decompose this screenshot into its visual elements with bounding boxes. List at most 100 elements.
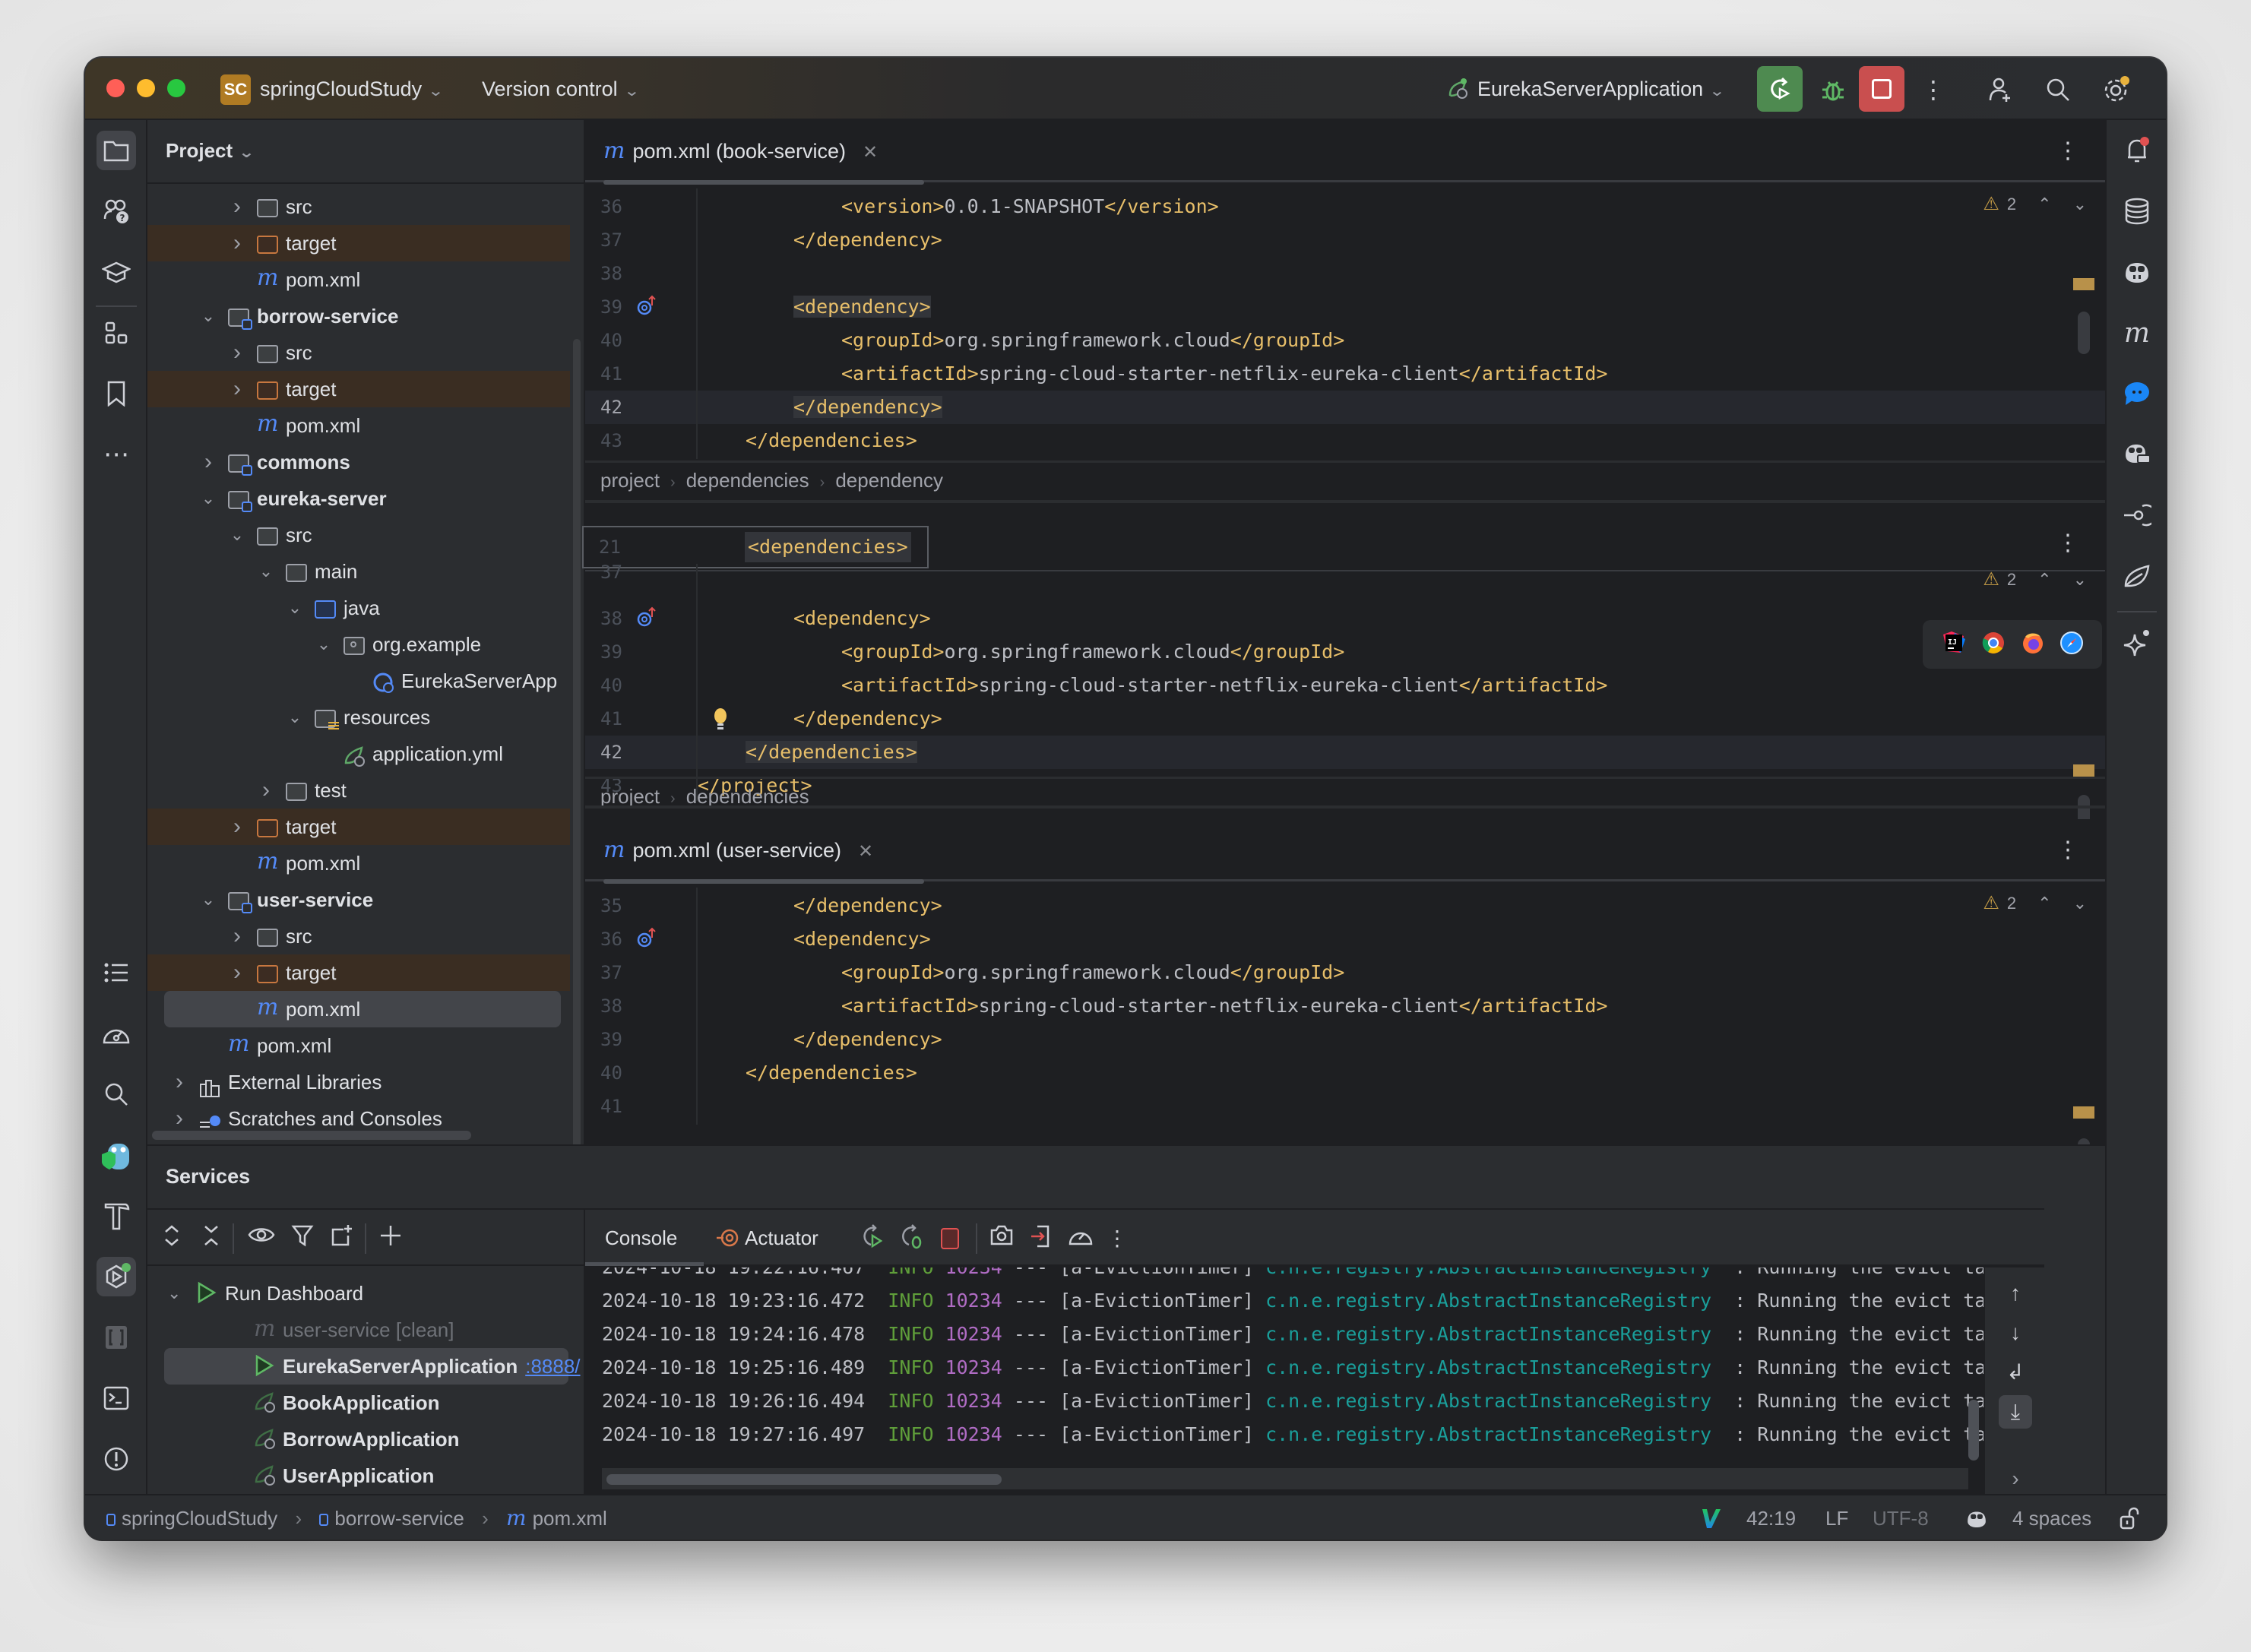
screenshot-button[interactable] [986, 1223, 1017, 1254]
warning-stripe-marker[interactable] [2073, 278, 2094, 290]
tree-item[interactable]: › target [147, 371, 570, 407]
chevron-down-icon[interactable]: ⌄ [286, 699, 304, 736]
stop-service-button[interactable] [935, 1223, 965, 1254]
tree-item[interactable]: m pom.xml [147, 261, 570, 298]
project-vertical-scrollbar[interactable] [573, 339, 581, 1175]
run-config-selector[interactable]: EurekaServerApplication ⌄ [1447, 58, 1725, 120]
breadcrumb-item[interactable]: project [600, 469, 660, 492]
firefox-icon[interactable] [2021, 631, 2045, 659]
intellij-icon[interactable]: IJ [1941, 630, 1967, 660]
tree-item[interactable]: › src [147, 334, 570, 371]
gopher-plugin-button[interactable] [97, 1135, 136, 1175]
project-view-selector[interactable]: Project ⌄ [166, 120, 255, 181]
caret-position[interactable]: 42:19 [1746, 1495, 1796, 1540]
project-tool-button[interactable] [97, 131, 136, 170]
tree-item[interactable]: › src [147, 918, 570, 954]
json-tool-button[interactable] [97, 1318, 136, 1357]
chevron-down-icon[interactable]: ⌄ [315, 626, 333, 663]
chevron-right-icon[interactable]: › [257, 772, 275, 809]
tree-item[interactable]: ⌄ org.example [147, 626, 570, 663]
editor-tab[interactable]: m pom.xml (book-service) ✕ [603, 120, 924, 185]
more-actions-button[interactable]: ⋮ [1917, 73, 1950, 106]
tree-item[interactable]: EurekaServerApp [147, 663, 570, 699]
pane-splitter[interactable] [585, 805, 2105, 809]
console-tab[interactable]: Console [605, 1210, 677, 1266]
service-item[interactable]: EurekaServerApplication:8888/ [164, 1348, 581, 1385]
breadcrumb-file[interactable]: m pom.xml [506, 1505, 607, 1530]
expand-toolbar-button[interactable]: › [1999, 1462, 2032, 1495]
more-console-actions-button[interactable]: ⋮ [1102, 1223, 1132, 1254]
endpoints-tool-button[interactable] [2117, 495, 2157, 535]
services-tool-button[interactable] [97, 1257, 136, 1296]
actuator-tab[interactable]: Actuator [716, 1210, 818, 1266]
tree-item[interactable]: › commons [147, 444, 570, 480]
editor-tab[interactable]: m pom.xml (user-service) ✕ [603, 819, 924, 884]
service-item[interactable]: UserApplication [147, 1457, 584, 1494]
chevron-down-icon[interactable]: ⌄ [228, 517, 246, 553]
scrollbar-thumb[interactable] [606, 1474, 1002, 1485]
tree-item[interactable]: application.yml [147, 736, 570, 772]
maven-navigate-parent-icon[interactable] [637, 602, 657, 635]
rerun-debug-button[interactable] [897, 1223, 927, 1254]
close-window-button[interactable] [106, 79, 125, 97]
copilot-status[interactable] [1965, 1495, 1988, 1540]
build-tool-button[interactable] [97, 1196, 136, 1236]
scroll-up-button[interactable]: ↑ [1999, 1277, 2032, 1310]
tree-item[interactable]: ⌄ borrow-service [147, 298, 570, 334]
scroll-to-end-button[interactable]: ⤓ [1999, 1395, 2032, 1429]
breadcrumb-item[interactable]: dependencies [686, 469, 809, 492]
stop-button[interactable] [1859, 66, 1904, 112]
scroll-down-button[interactable]: ↓ [1999, 1316, 2032, 1350]
maven-navigate-parent-icon[interactable] [637, 923, 657, 956]
notifications-button[interactable] [2117, 131, 2157, 170]
safari-icon[interactable] [2059, 631, 2084, 659]
console-output[interactable]: 2024-10-18 19:22:16.467 INFO 10234 --- [… [585, 1267, 2006, 1488]
tree-item[interactable]: ⌄ resources [147, 699, 570, 736]
find-tool-button[interactable] [97, 1074, 136, 1114]
chevron-right-icon[interactable]: › [199, 444, 217, 480]
chevron-down-icon[interactable]: ⌄ [199, 480, 217, 517]
code-with-me-tool-button[interactable]: ? [97, 191, 136, 231]
breadcrumb-module[interactable]: borrow-service [319, 1507, 464, 1530]
rerun-button[interactable] [1757, 66, 1803, 112]
breadcrumb-item[interactable]: dependencies [686, 785, 809, 808]
chevron-down-icon[interactable]: ⌄ [199, 881, 217, 918]
chevron-down-icon[interactable]: ⌄ [257, 553, 275, 590]
read-only-toggle[interactable] [2119, 1495, 2140, 1540]
structure-tool-button[interactable] [97, 313, 136, 353]
vim-plugin-indicator[interactable] [1699, 1495, 1722, 1540]
chevron-down-icon[interactable]: ⌄ [199, 298, 217, 334]
editor-more-button[interactable]: ⋮ [2056, 839, 2079, 862]
tree-item[interactable]: › target [147, 225, 570, 261]
copilot-tool-button[interactable] [2117, 252, 2157, 292]
close-tab-icon[interactable]: ✕ [863, 142, 878, 163]
chevron-right-icon[interactable]: › [228, 918, 246, 954]
settings-button[interactable] [2099, 73, 2132, 106]
tree-item[interactable]: ⌄ main [147, 553, 570, 590]
indent-setting[interactable]: 4 spaces [2012, 1495, 2091, 1540]
chevron-right-icon[interactable]: › [228, 334, 246, 371]
pane-splitter[interactable] [585, 500, 2105, 503]
tree-item[interactable]: › src [147, 188, 570, 225]
editor-more-button[interactable]: ⋮ [2056, 140, 2079, 163]
breadcrumb-item[interactable]: dependency [835, 469, 943, 492]
editor-more-button[interactable]: ⋮ [2056, 532, 2079, 555]
console-vertical-scrollbar[interactable] [1968, 1400, 1979, 1461]
chevron-right-icon[interactable]: › [228, 225, 246, 261]
chevron-right-icon[interactable]: › [228, 188, 246, 225]
expand-all-button[interactable] [157, 1223, 187, 1254]
todo-tool-button[interactable] [97, 953, 136, 992]
problems-tool-button[interactable] [97, 1439, 136, 1479]
database-tool-button[interactable] [2117, 191, 2157, 231]
chevron-right-icon[interactable]: › [170, 1064, 188, 1100]
view-options-button[interactable] [246, 1223, 277, 1254]
filter-button[interactable] [287, 1223, 318, 1254]
warning-stripe-marker[interactable] [2073, 1106, 2094, 1119]
chrome-icon[interactable] [1981, 631, 2006, 659]
tree-item[interactable]: ⌄ src [147, 517, 570, 553]
more-tools-button[interactable]: ⋯ [97, 435, 136, 474]
maven-tool-button[interactable]: m [2117, 313, 2157, 353]
debug-button[interactable] [1816, 73, 1850, 106]
new-tab-button[interactable] [327, 1223, 357, 1254]
copilot-chat-tool-button[interactable] [2117, 435, 2157, 474]
